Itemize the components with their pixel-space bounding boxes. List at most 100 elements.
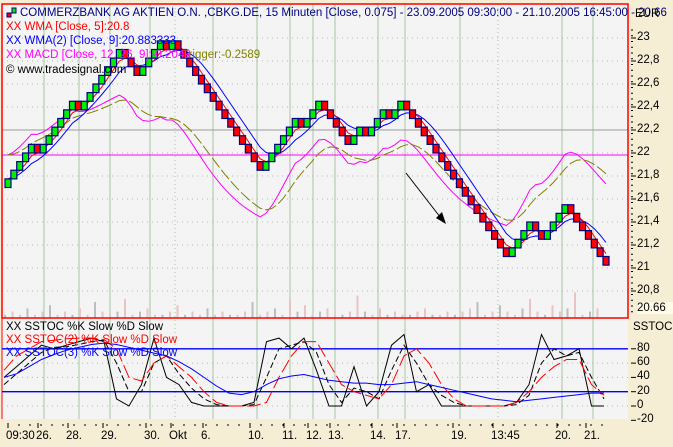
x-tick-label: 28. xyxy=(66,430,82,442)
volume-bar xyxy=(469,308,471,318)
renko-brick-up xyxy=(309,109,317,120)
renko-brick-down xyxy=(485,221,493,232)
volume-bar xyxy=(64,311,66,318)
renko-brick-up xyxy=(92,83,100,94)
stoch-unit-label: SSTOC xyxy=(633,321,673,333)
renko-brick-up xyxy=(379,109,387,120)
x-tick-label: 29. xyxy=(101,430,117,442)
renko-brick-down xyxy=(414,117,422,128)
renko-brick-up xyxy=(367,126,376,137)
volume-bar xyxy=(446,311,449,318)
volume-bar xyxy=(296,311,299,318)
volume-bar xyxy=(461,311,464,318)
price-tick-label: 21 xyxy=(637,261,650,273)
volume-bar xyxy=(521,308,524,318)
renko-brick-down xyxy=(496,238,505,249)
renko-brick-down xyxy=(438,152,446,163)
renko-brick-up xyxy=(63,109,71,120)
volume-bar xyxy=(529,298,531,318)
renko-brick-down xyxy=(420,126,428,137)
volume-bar xyxy=(94,302,96,318)
renko-brick-up xyxy=(356,126,364,137)
renko-brick-down xyxy=(362,126,370,137)
renko-brick-down xyxy=(444,161,452,171)
renko-brick-down xyxy=(238,135,247,145)
chart-icon xyxy=(11,7,17,14)
x-tick-label: 6. xyxy=(201,430,211,442)
renko-brick-up xyxy=(68,100,77,111)
renko-brick-down xyxy=(403,100,411,111)
renko-brick-down xyxy=(297,117,305,128)
volume-bar xyxy=(499,305,501,318)
price-tick-label: 22,6 xyxy=(637,77,660,89)
x-tick-label: 20. xyxy=(555,430,571,442)
stoch-legend-3: XX SSTOC(3) %K Slow %D Slow xyxy=(6,347,178,359)
renko-brick-up xyxy=(514,238,522,249)
renko-brick-down xyxy=(332,117,340,128)
price-tick-label: 22 xyxy=(637,146,650,158)
renko-brick-down xyxy=(461,186,469,197)
volume-bar xyxy=(289,298,291,318)
renko-brick-down xyxy=(432,143,440,154)
renko-brick-down xyxy=(209,92,217,102)
renko-brick-down xyxy=(203,83,211,94)
renko-brick-up xyxy=(520,230,528,240)
price-tick-label: 22,2 xyxy=(637,123,660,135)
chart-title: COMMERZBANK AG AKTIEN O.N. ,CBKG.DE, 15 … xyxy=(20,7,667,19)
renko-brick-up xyxy=(86,92,94,102)
volume-bar xyxy=(536,311,539,318)
renko-brick-up xyxy=(4,178,12,189)
volume-bar xyxy=(559,311,561,318)
x-tick-label: 21. xyxy=(584,430,600,442)
volume-bar xyxy=(491,311,494,318)
x-tick-label: 17. xyxy=(395,430,411,442)
renko-brick-up xyxy=(80,100,88,111)
renko-brick-down xyxy=(74,100,82,111)
volume-bar xyxy=(41,311,44,318)
renko-brick-down xyxy=(602,255,610,266)
legend-wma9: XX WMA(2) [Close, 9]:20.883333 xyxy=(6,35,177,47)
x-tick-label: 13:45 xyxy=(491,430,520,442)
volume-bar xyxy=(506,311,509,318)
price-tick-label: 22,8 xyxy=(637,54,660,66)
renko-brick-down xyxy=(567,204,575,214)
x-tick-label: 30. xyxy=(144,430,160,442)
renko-brick-up xyxy=(57,117,65,128)
price-tick-label: 21,4 xyxy=(637,215,660,227)
renko-brick-down xyxy=(192,66,200,76)
volume-bar xyxy=(49,305,51,318)
renko-brick-up xyxy=(274,143,282,154)
volume-bar xyxy=(26,308,29,318)
price-tick-label: 20,8 xyxy=(637,284,660,296)
x-tick-label: 26. xyxy=(36,430,52,442)
renko-brick-down xyxy=(408,109,417,120)
renko-brick-up xyxy=(526,221,534,232)
volume-bar xyxy=(251,302,254,318)
volume-bar xyxy=(116,311,119,318)
volume-bar xyxy=(139,311,141,318)
renko-brick-down xyxy=(479,212,487,223)
renko-brick-down xyxy=(227,117,235,128)
volume-bar xyxy=(146,308,149,318)
volume-bar xyxy=(274,308,276,318)
renko-brick-up xyxy=(391,109,399,120)
copyright-text: © www.tradesignal.com xyxy=(6,64,127,76)
volume-bar xyxy=(356,295,359,318)
volume-bar xyxy=(266,311,269,318)
renko-brick-up xyxy=(139,66,147,76)
renko-brick-up xyxy=(555,212,563,223)
stoch-tick-label: 20 xyxy=(637,384,650,397)
renko-brick-down xyxy=(344,135,352,145)
volume-bar xyxy=(319,311,321,318)
volume-bar xyxy=(304,305,306,318)
price-tick-label: 22,4 xyxy=(637,100,660,112)
volume-bar xyxy=(191,311,194,318)
legend-macd: XX MACD [Close, 12, 26, 9]:-0.2049 xyxy=(6,49,191,61)
renko-brick-down xyxy=(491,230,499,240)
x-tick-label: 09:30 xyxy=(6,430,35,442)
renko-brick-up xyxy=(21,152,30,163)
volume-bar xyxy=(244,311,246,318)
renko-brick-down xyxy=(385,109,393,120)
volume-bar xyxy=(566,308,569,318)
renko-brick-down xyxy=(215,100,223,111)
